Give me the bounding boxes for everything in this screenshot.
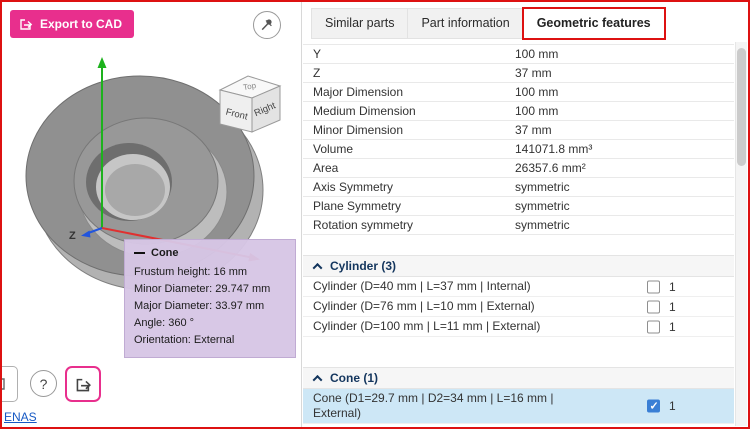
features-content: Y100 mmZ37 mmMajor Dimension100 mmMedium… (303, 39, 734, 427)
feature-count: 1 (669, 300, 676, 314)
tooltip-header: Cone (134, 247, 286, 259)
property-value: 100 mm (515, 104, 734, 118)
tooltip-line: Minor Diameter: 29.747 mm (134, 281, 286, 298)
axis-z-label: Z (69, 230, 76, 242)
feature-label: Cone (D1=29.7 mm | D2=34 mm | L=16 mm | … (303, 391, 557, 421)
property-row: Z37 mm (303, 64, 734, 83)
property-name: Rotation symmetry (303, 218, 515, 232)
scrollbar[interactable] (735, 42, 747, 426)
property-name: Minor Dimension (303, 123, 515, 137)
feature-count: 1 (669, 280, 676, 294)
property-value: 26357.6 mm² (515, 161, 734, 175)
property-row: Plane Symmetrysymmetric (303, 197, 734, 216)
property-row: Minor Dimension37 mm (303, 121, 734, 140)
section-title: Cylinder (3) (330, 259, 396, 273)
clipped-tool-button[interactable] (2, 366, 18, 402)
feature-section: Cylinder (3) Cylinder (D=40 mm | L=37 mm … (303, 255, 734, 337)
tooltip-lines: Frustum height: 16 mmMinor Diameter: 29.… (134, 264, 286, 349)
export-button-label: Export to CAD (40, 17, 122, 31)
tab-part-information[interactable]: Part information (408, 8, 523, 39)
property-row: Y100 mm (303, 45, 734, 64)
frame-icon (2, 375, 8, 393)
property-row: Volume141071.8 mm³ (303, 140, 734, 159)
export-to-cad-button[interactable]: Export to CAD (10, 10, 134, 38)
view-cube[interactable]: Top Front Right (207, 57, 292, 137)
feature-label: Cylinder (D=76 mm | L=10 mm | External) (303, 299, 557, 314)
collapse-chevron-icon (313, 374, 323, 384)
pin-icon (259, 17, 275, 33)
property-value: 37 mm (515, 66, 734, 80)
feature-checkbox[interactable] (647, 320, 660, 333)
property-name: Volume (303, 142, 515, 156)
feature-label: Cylinder (D=40 mm | L=37 mm | Internal) (303, 279, 557, 294)
feature-label: Cylinder (D=100 mm | L=11 mm | External) (303, 319, 557, 334)
export-selection-button[interactable] (65, 366, 101, 402)
feature-count: 1 (669, 399, 676, 413)
property-value: 100 mm (515, 85, 734, 99)
feature-checkbox[interactable] (647, 280, 660, 293)
tooltip-line: Orientation: External (134, 332, 286, 349)
property-value: symmetric (515, 180, 734, 194)
app-window: Export to CAD (0, 0, 750, 429)
property-value: 37 mm (515, 123, 734, 137)
tooltip-line: Frustum height: 16 mm (134, 264, 286, 281)
feature-checkbox[interactable] (647, 400, 660, 413)
property-value: symmetric (515, 218, 734, 232)
feature-section: Cone (1) Cone (D1=29.7 mm | D2=34 mm | L=… (303, 367, 734, 424)
property-name: Y (303, 47, 515, 61)
property-row: Medium Dimension100 mm (303, 102, 734, 121)
property-row: Axis Symmetrysymmetric (303, 178, 734, 197)
property-name: Z (303, 66, 515, 80)
feature-row[interactable]: Cone (D1=29.7 mm | D2=34 mm | L=16 mm | … (303, 389, 734, 424)
tab-bar: Similar partsPart informationGeometric f… (311, 8, 665, 39)
property-name: Medium Dimension (303, 104, 515, 118)
property-row: Area26357.6 mm² (303, 159, 734, 178)
tab-geometric-features[interactable]: Geometric features (524, 8, 665, 39)
property-name: Plane Symmetry (303, 199, 515, 213)
property-row: Major Dimension100 mm (303, 83, 734, 102)
feature-row[interactable]: Cylinder (D=40 mm | L=37 mm | Internal) 1 (303, 277, 734, 297)
brand-link[interactable]: ENAS (4, 410, 37, 424)
properties-table: Y100 mmZ37 mmMajor Dimension100 mmMedium… (303, 44, 734, 235)
property-value: 141071.8 mm³ (515, 142, 734, 156)
scrollbar-thumb[interactable] (737, 48, 746, 166)
feature-sections: Cylinder (3) Cylinder (D=40 mm | L=37 mm … (303, 255, 734, 424)
property-name: Major Dimension (303, 85, 515, 99)
help-button[interactable]: ? (30, 370, 57, 397)
tooltip-line: Angle: 360 ° (134, 315, 286, 332)
property-value: symmetric (515, 199, 734, 213)
feature-row[interactable]: Cylinder (D=76 mm | L=10 mm | External) 1 (303, 297, 734, 317)
tab-similar-parts[interactable]: Similar parts (311, 8, 408, 39)
property-row: Rotation symmetrysymmetric (303, 216, 734, 235)
tooltip-line: Major Diameter: 33.97 mm (134, 298, 286, 315)
feature-count: 1 (669, 320, 676, 334)
feature-row[interactable]: Cylinder (D=100 mm | L=11 mm | External)… (303, 317, 734, 337)
property-value: 100 mm (515, 47, 734, 61)
pin-button[interactable] (253, 11, 281, 39)
feature-checkbox[interactable] (647, 300, 660, 313)
tooltip-swatch-line (134, 252, 145, 254)
property-name: Axis Symmetry (303, 180, 515, 194)
property-name: Area (303, 161, 515, 175)
export-icon (19, 17, 33, 31)
collapse-chevron-icon (313, 262, 323, 272)
export-part-icon (75, 376, 92, 393)
section-header[interactable]: Cone (1) (303, 367, 734, 389)
details-panel: Similar partsPart informationGeometric f… (303, 2, 748, 427)
tooltip-title: Cone (151, 247, 179, 259)
cone-tooltip: Cone Frustum height: 16 mmMinor Diameter… (124, 239, 296, 358)
section-title: Cone (1) (330, 371, 378, 385)
viewer-panel: Export to CAD (2, 2, 302, 427)
viewer-toolbar: ? (2, 365, 132, 403)
section-header[interactable]: Cylinder (3) (303, 255, 734, 277)
